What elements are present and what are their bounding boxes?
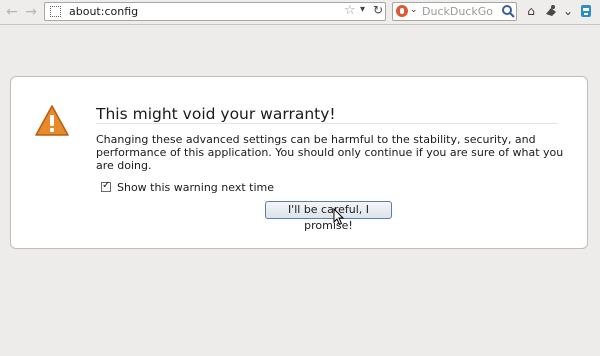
show-warning-checkbox-row[interactable]: Show this warning next time <box>101 180 274 194</box>
home-icon[interactable]: ⌂ <box>523 3 539 19</box>
warning-dialog: This might void your warranty! Changing … <box>10 76 588 249</box>
menu-chevron-icon[interactable]: ⌄ <box>560 3 576 19</box>
show-warning-checkbox[interactable] <box>101 180 111 192</box>
reload-icon[interactable]: ↻ <box>373 3 383 17</box>
search-placeholder[interactable]: DuckDuckGo <box>422 5 493 18</box>
back-arrow-icon[interactable]: ← <box>3 3 21 21</box>
url-bar[interactable]: about:config ☆ ▾ ↻ <box>44 2 386 21</box>
forward-arrow-icon[interactable]: → <box>22 3 40 21</box>
search-engine-dropdown-icon[interactable]: ⌄ <box>410 5 418 15</box>
search-magnifier-icon[interactable] <box>501 4 515 19</box>
bookmark-star-icon[interactable]: ☆ <box>344 3 356 18</box>
title-divider <box>96 123 558 124</box>
duckduckgo-logo-icon[interactable] <box>396 5 408 17</box>
show-warning-label[interactable]: Show this warning next time <box>117 181 274 194</box>
warning-triangle-icon <box>35 105 69 136</box>
url-dropdown-icon[interactable]: ▾ <box>360 4 365 15</box>
browser-toolbar: ← → about:config ☆ ▾ ↻ ⌄ DuckDuckGo ⌂ ⌄ <box>0 0 600 25</box>
extension-icon[interactable] <box>543 3 559 19</box>
page-icon <box>50 6 61 17</box>
mouse-pointer-icon <box>333 208 345 226</box>
url-text[interactable]: about:config <box>69 5 138 18</box>
search-bar[interactable]: ⌄ DuckDuckGo <box>392 2 517 21</box>
warning-message: Changing these advanced settings can be … <box>96 133 564 172</box>
addon-badge-icon[interactable] <box>578 3 594 19</box>
accept-risk-button[interactable]: I'll be careful, I promise! <box>265 201 392 232</box>
warning-title: This might void your warranty! <box>96 105 336 123</box>
